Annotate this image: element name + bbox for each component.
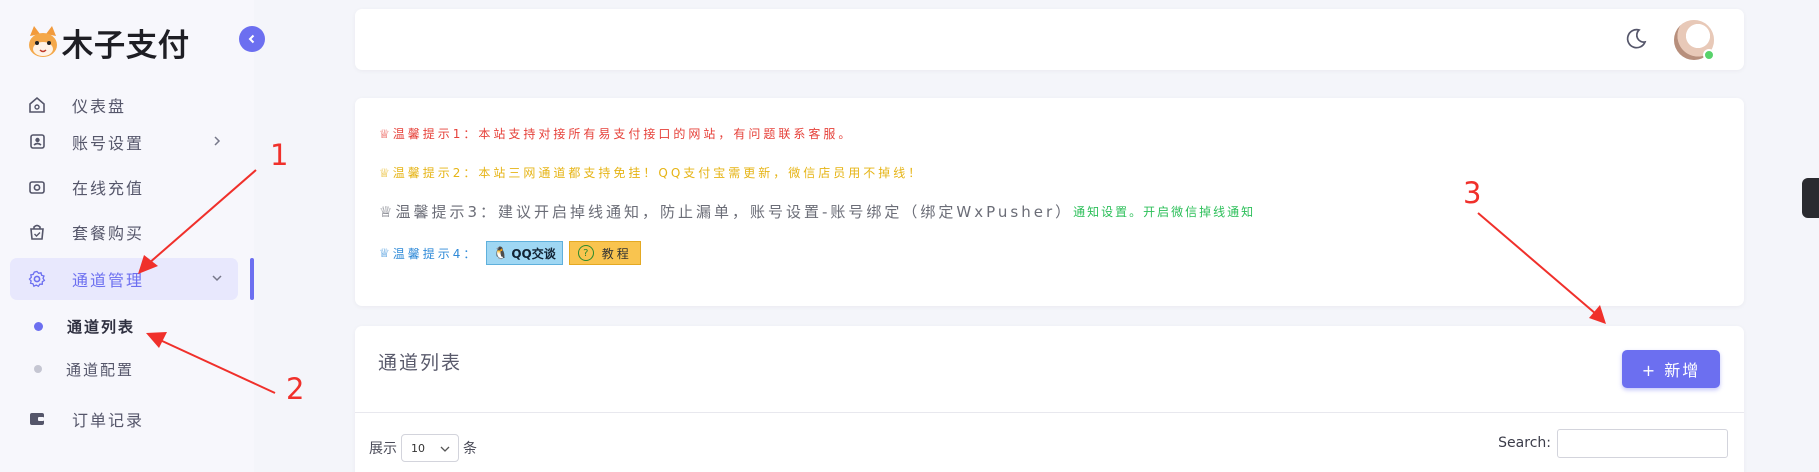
wallet-icon <box>26 408 48 430</box>
sidebar-item-packages[interactable]: 套餐购买 <box>10 211 238 253</box>
crown-icon: ♕ <box>379 126 393 141</box>
annotation-3: 3 <box>1463 176 1482 210</box>
sidebar-subitem-label: 通道配置 <box>66 360 135 379</box>
search-input[interactable] <box>1557 429 1728 458</box>
side-widget-tab[interactable] <box>1802 178 1819 218</box>
sidebar-subitem-label: 通道列表 <box>67 317 136 336</box>
card-title: 通道列表 <box>378 352 463 374</box>
top-navbar <box>355 9 1744 70</box>
page-size-control: 展示 10 条 <box>369 434 477 462</box>
home-icon <box>26 94 48 116</box>
sidebar-item-label: 订单记录 <box>72 411 145 430</box>
question-icon: ? <box>577 245 594 261</box>
search-label: Search: <box>1498 435 1551 451</box>
sidebar-item-label: 在线充值 <box>72 179 145 198</box>
sidebar-item-label: 账号设置 <box>72 134 145 153</box>
sidebar-collapse-button[interactable] <box>239 26 265 52</box>
sidebar-item-label: 通道管理 <box>72 271 145 290</box>
gear-icon <box>26 268 48 290</box>
sidebar-item-label: 仪表盘 <box>72 97 127 116</box>
brand-name: 木子支付 <box>62 28 190 64</box>
annotation-1: 1 <box>270 138 289 172</box>
notice-card: ♕ 温馨提示1：本站支持对接所有易支付接口的网站，有问题联系客服。 ♕ 温馨提示… <box>355 98 1744 306</box>
sidebar-subitem-channel-config[interactable]: 通道配置 <box>10 351 238 387</box>
page-size-select[interactable]: 10 <box>401 434 459 462</box>
add-button[interactable]: + 新增 <box>1622 350 1720 388</box>
online-status-dot <box>1703 49 1715 61</box>
account-icon <box>26 131 48 153</box>
divider <box>355 412 1744 413</box>
notify-settings-link[interactable]: 通知设置。开启微信掉线通知 <box>1073 203 1255 220</box>
notice-2: ♕ 温馨提示2：本站三网通道都支持免挂！QQ支付宝需更新，微信店员用不掉线！ <box>379 165 924 181</box>
qq-penguin-icon: 🐧 <box>493 246 509 260</box>
active-indicator <box>250 258 254 300</box>
notice-1: ♕ 温馨提示1：本站支持对接所有易支付接口的网站，有问题联系客服。 <box>379 126 854 142</box>
chevron-left-icon <box>248 34 255 44</box>
sidebar: 木子支付 仪表盘 账号设置 在线充值 套餐购买 通道管理 通道列表 通道配置 订… <box>0 0 254 472</box>
camera-icon <box>26 176 48 198</box>
sidebar-subitem-channel-list[interactable]: 通道列表 <box>10 308 238 344</box>
chevron-down-icon <box>440 446 450 452</box>
avatar[interactable] <box>1674 20 1715 61</box>
crown-icon: ♕ <box>379 246 393 260</box>
cat-logo-icon <box>24 24 62 62</box>
chevron-down-icon <box>210 270 224 289</box>
sidebar-item-account-settings[interactable]: 账号设置 <box>10 121 238 163</box>
tutorial-button[interactable]: ? 教程 <box>568 241 641 265</box>
bullet-icon <box>34 321 43 331</box>
chevron-right-icon <box>210 133 224 152</box>
annotation-2: 2 <box>286 372 305 406</box>
sidebar-item-label: 套餐购买 <box>72 224 145 243</box>
sidebar-item-dashboard[interactable]: 仪表盘 <box>10 84 238 126</box>
sidebar-item-orders[interactable]: 订单记录 <box>10 398 238 440</box>
notice-3: ♕ 温馨提示3：建议开启掉线通知，防止漏单，账号设置-账号绑定（绑定WxPush… <box>379 202 1256 222</box>
moon-icon[interactable] <box>1624 27 1648 55</box>
crown-icon: ♕ <box>379 165 393 180</box>
notice-4: ♕ 温馨提示4： 🐧 QQ交谈 ? 教程 <box>379 241 641 265</box>
crown-icon: ♕ <box>379 202 396 221</box>
sidebar-item-recharge[interactable]: 在线充值 <box>10 166 238 208</box>
sidebar-item-channel-management[interactable]: 通道管理 <box>10 258 238 300</box>
bullet-icon <box>34 365 42 373</box>
qq-chat-button[interactable]: 🐧 QQ交谈 <box>486 241 563 265</box>
channel-list-card: 通道列表 + 新增 展示 10 条 Search: <box>355 326 1744 472</box>
brand[interactable]: 木子支付 <box>24 20 190 65</box>
shopping-bag-icon <box>26 221 48 243</box>
